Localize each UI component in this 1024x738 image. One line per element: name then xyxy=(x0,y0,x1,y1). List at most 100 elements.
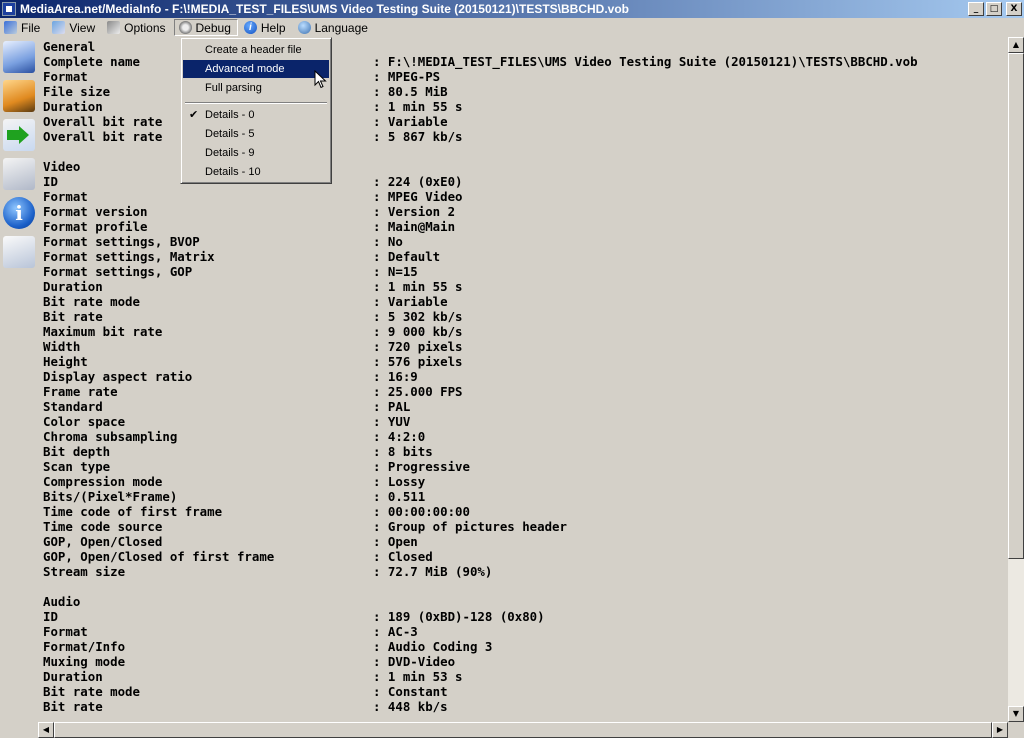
video-row: GOP, Open/Closed : Open xyxy=(43,534,418,549)
field-name: Duration xyxy=(43,669,103,684)
web-icon[interactable] xyxy=(3,236,35,268)
field-value: : 0.511 xyxy=(373,489,426,504)
field-name: GOP, Open/Closed xyxy=(43,534,163,549)
field-name: Bit rate mode xyxy=(43,684,140,699)
field-value: : Variable xyxy=(373,114,448,129)
field-name: Chroma subsampling xyxy=(43,429,178,444)
minimize-button[interactable]: _ xyxy=(968,2,984,16)
scroll-left-button[interactable]: ◀ xyxy=(38,722,54,738)
menu-file[interactable]: File xyxy=(0,19,46,36)
menu-item-details-9[interactable]: Details - 9 xyxy=(183,144,329,162)
video-row: Bit rate: 5 302 kb/s xyxy=(43,309,463,324)
field-value: : 448 kb/s xyxy=(373,699,448,714)
window-controls: _ □ X xyxy=(968,2,1022,16)
globe-icon xyxy=(297,21,311,34)
field-value: : F:\!MEDIA_TEST_FILES\UMS Video Testing… xyxy=(373,54,918,69)
video-row: Duration: 1 min 55 s xyxy=(43,279,463,294)
vertical-scroll-thumb[interactable] xyxy=(1008,53,1024,559)
menu-item-details-5[interactable]: Details - 5 xyxy=(183,125,329,143)
menu-item-details-0-label: Details - 0 xyxy=(205,109,255,121)
menu-item-full-parsing[interactable]: Full parsing xyxy=(183,79,329,97)
field-value: : AC-3 xyxy=(373,624,418,639)
window-title: MediaArea.net/MediaInfo - F:\!MEDIA_TEST… xyxy=(20,2,629,16)
field-value: : Version 2 xyxy=(373,204,456,219)
video-section-heading: Video xyxy=(43,159,81,174)
video-row: Format: MPEG Video xyxy=(43,189,463,204)
field-value: : Constant xyxy=(373,684,448,699)
menu-debug[interactable]: Debug xyxy=(173,19,238,36)
video-row: Frame rate: 25.000 FPS xyxy=(43,384,463,399)
maximize-button[interactable]: □ xyxy=(986,2,1002,16)
scroll-up-button[interactable]: ▲ xyxy=(1008,37,1024,53)
video-row: Format settings, GOP: N=15 xyxy=(43,264,418,279)
scroll-right-button[interactable]: ▶ xyxy=(992,722,1008,738)
field-value: : 1 min 55 s xyxy=(373,99,463,114)
options-icon xyxy=(107,21,121,34)
field-name: Format settings, GOP xyxy=(43,264,193,279)
field-value: : Default xyxy=(373,249,441,264)
menu-view-label: View xyxy=(69,20,96,35)
menu-item-details-0[interactable]: ✔ Details - 0 xyxy=(183,106,329,124)
open-folder-icon[interactable] xyxy=(3,80,35,112)
field-value: : Open xyxy=(373,534,418,549)
menu-view[interactable]: View xyxy=(48,19,101,36)
field-value: : 8 bits xyxy=(373,444,433,459)
menu-language[interactable]: Language xyxy=(294,19,374,36)
video-row: GOP, Open/Closed of first frame: Closed xyxy=(43,549,433,564)
field-value: : Variable xyxy=(373,294,448,309)
field-value: : 16:9 xyxy=(373,369,418,384)
field-value: : 720 pixels xyxy=(373,339,463,354)
export-icon[interactable] xyxy=(3,119,35,151)
audio-row: Duration : 1 min 53 s xyxy=(43,669,463,684)
field-name: Format xyxy=(43,624,88,639)
general-section-heading: General xyxy=(43,39,96,54)
field-value: : 5 867 kb/s xyxy=(373,129,463,144)
field-name: Compression mode xyxy=(43,474,163,489)
field-value: : Lossy xyxy=(373,474,426,489)
menu-item-details-10[interactable]: Details - 10 xyxy=(183,163,329,181)
info-icon[interactable]: i xyxy=(3,197,35,229)
field-name: Maximum bit rate xyxy=(43,324,163,339)
field-name: Format settings, BVOP xyxy=(43,234,200,249)
field-value: : 25.000 FPS xyxy=(373,384,463,399)
horizontal-scroll-thumb[interactable] xyxy=(54,722,992,738)
field-name: Display aspect ratio xyxy=(43,369,193,384)
field-value: : 1 min 53 s xyxy=(373,669,463,684)
audio-row: Bit rate mode : Constant xyxy=(43,684,448,699)
field-value: : DVD-Video xyxy=(373,654,456,669)
open-file-icon[interactable] xyxy=(3,41,35,73)
field-name: Format profile xyxy=(43,219,148,234)
field-name: Width xyxy=(43,339,81,354)
field-value: : Group of pictures header xyxy=(373,519,567,534)
field-name: Height xyxy=(43,354,88,369)
menu-debug-label: Debug xyxy=(195,20,231,35)
video-row: Bit rate mode: Variable xyxy=(43,294,448,309)
horizontal-scrollbar[interactable]: ◀ ▶ xyxy=(38,722,1008,738)
menu-item-create-header-file[interactable]: Create a header file xyxy=(183,41,329,59)
preferences-icon[interactable] xyxy=(3,158,35,190)
video-row: Bits/(Pixel*Frame) : 0.511 xyxy=(43,489,425,504)
title-bar: MediaArea.net/MediaInfo - F:\!MEDIA_TEST… xyxy=(0,0,1024,18)
video-row: Compression mode : Lossy xyxy=(43,474,425,489)
close-button[interactable]: X xyxy=(1006,2,1022,16)
app-icon xyxy=(2,2,16,16)
menu-options[interactable]: Options xyxy=(103,19,171,36)
field-name: Bits/(Pixel*Frame) xyxy=(43,489,178,504)
audio-section-heading: Audio xyxy=(43,594,81,609)
field-name: Format xyxy=(43,189,88,204)
field-value: : 189 (0xBD)-128 (0x80) xyxy=(373,609,545,624)
video-row: Format version: Version 2 xyxy=(43,204,455,219)
scroll-down-button[interactable]: ▼ xyxy=(1008,706,1024,722)
video-row: Display aspect ratio : 16:9 xyxy=(43,369,418,384)
menu-options-label: Options xyxy=(124,20,166,35)
field-value: : YUV xyxy=(373,414,411,429)
field-value: : Progressive xyxy=(373,459,470,474)
audio-row: Bit rate: 448 kb/s xyxy=(43,699,448,714)
vertical-scrollbar[interactable]: ▲ ▼ xyxy=(1008,37,1024,722)
menu-help[interactable]: i Help xyxy=(240,19,292,36)
field-name: Stream size xyxy=(43,564,126,579)
video-row: Time code source: Group of pictures head… xyxy=(43,519,567,534)
menu-item-advanced-mode[interactable]: Advanced mode xyxy=(183,60,329,78)
field-value: : Closed xyxy=(373,549,433,564)
video-row: Width : 720 pixels xyxy=(43,339,463,354)
